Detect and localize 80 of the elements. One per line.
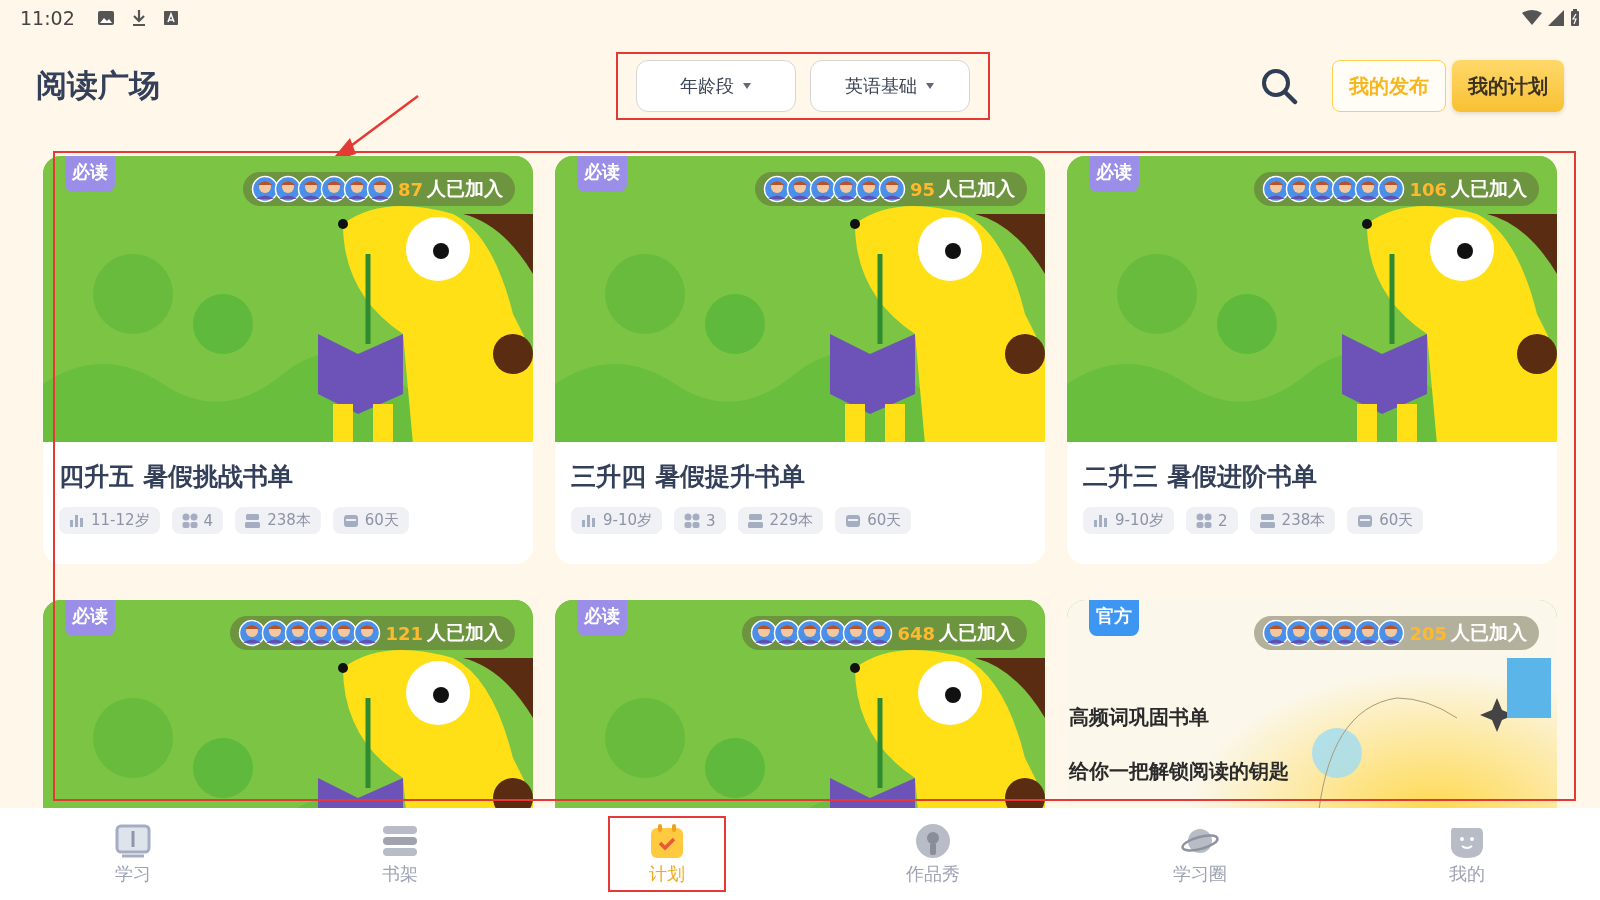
calendar-icon xyxy=(845,512,862,529)
tag-badge: 必读 xyxy=(1089,156,1139,192)
book-list-card[interactable]: 必读 106 人已加入 二升三 暑假进阶书单 9-10岁 2 238本 60天 xyxy=(1067,156,1557,564)
grid-dots-icon xyxy=(181,512,198,529)
page-title: 阅读广场 xyxy=(36,66,161,105)
book-list-card[interactable]: 必读 648 人已加入 xyxy=(555,600,1045,808)
nav-tab[interactable]: 作品秀 xyxy=(866,816,1001,892)
cover-title: 高频词巩固书单 xyxy=(1069,704,1209,731)
bar-chart-icon xyxy=(581,512,597,529)
stat-text: 60天 xyxy=(867,511,902,530)
stat-text: 238本 xyxy=(1281,511,1326,530)
nav-tab[interactable]: 学习圈 xyxy=(1133,816,1267,892)
signal-icon xyxy=(1548,10,1564,26)
grid-dots-icon xyxy=(1196,512,1213,529)
tag-badge: 必读 xyxy=(577,156,627,192)
calendar-icon xyxy=(342,512,359,529)
joined-label: 人已加入 xyxy=(427,176,503,201)
caret-icon xyxy=(742,82,752,90)
grid-dots-icon xyxy=(684,512,701,529)
book-list-card[interactable]: 必读 95 人已加入 三升四 暑假提升书单 9-10岁 3 229本 60天 xyxy=(555,156,1045,564)
battery-icon xyxy=(1570,9,1580,27)
book-list-card[interactable]: 必读 87 人已加入 四升五 暑假挑战书单 11-12岁 4 238本 60天 xyxy=(43,156,533,564)
nav-tab[interactable]: 学习 xyxy=(74,816,193,892)
avatar-group-icon xyxy=(750,619,894,647)
joined-count: 95 xyxy=(909,178,935,200)
stat-text: 3 xyxy=(706,511,716,530)
font-icon xyxy=(162,10,179,26)
joined-count: 106 xyxy=(1409,178,1447,200)
bar-chart-icon xyxy=(69,512,85,529)
stat-text: 229本 xyxy=(769,511,814,530)
calendar-icon xyxy=(1357,512,1374,529)
stat-text: 4 xyxy=(203,511,214,530)
joined-label: 人已加入 xyxy=(939,176,1015,201)
header-button[interactable]: 我的计划 xyxy=(1452,60,1564,112)
joined-label: 人已加入 xyxy=(427,620,503,645)
image-icon xyxy=(96,10,115,26)
clock-time: 11:02 xyxy=(20,7,75,29)
stat-text: 2 xyxy=(1218,511,1228,530)
stat-text: 9-10岁 xyxy=(603,511,653,530)
book-stack-icon xyxy=(1259,512,1276,529)
joined-label: 人已加入 xyxy=(939,620,1015,645)
stat-text: 11-12岁 xyxy=(91,511,150,530)
nav-tab[interactable]: 计划 xyxy=(607,816,726,892)
caret-icon xyxy=(925,82,935,90)
book-stack-icon xyxy=(245,512,262,529)
joined-count: 121 xyxy=(385,622,423,644)
avatar-group-icon xyxy=(1262,175,1406,203)
book-stack-icon xyxy=(747,512,764,529)
joined-count: 87 xyxy=(397,178,423,200)
bar-chart-icon xyxy=(1093,512,1109,529)
search-icon[interactable] xyxy=(1260,67,1298,105)
filter-dropdown[interactable]: 英语基础 xyxy=(810,60,970,112)
avatar-group-icon xyxy=(238,619,382,647)
book-list-card[interactable]: 官方 205 人已加入 高频词巩固书单 给你一把解锁阅读的钥匙 xyxy=(1067,600,1557,808)
filter-dropdown[interactable]: 年龄段 xyxy=(636,60,796,112)
nav-tab[interactable]: 书架 xyxy=(341,816,459,892)
card-title: 二升三 暑假进阶书单 xyxy=(1083,461,1318,493)
card-title: 四升五 暑假挑战书单 xyxy=(59,461,294,493)
tag-badge: 必读 xyxy=(65,600,115,636)
nav-tab[interactable]: 我的 xyxy=(1407,816,1526,892)
download-icon xyxy=(130,9,147,27)
avatar-group-icon xyxy=(1262,619,1406,647)
joined-count: 205 xyxy=(1409,622,1447,644)
tag-badge: 必读 xyxy=(577,600,627,636)
wifi-icon xyxy=(1522,10,1542,26)
cover-subtitle: 给你一把解锁阅读的钥匙 xyxy=(1069,758,1289,785)
avatar-group-icon xyxy=(250,175,394,203)
stat-text: 60天 xyxy=(364,511,399,530)
tag-badge: 官方 xyxy=(1089,600,1139,636)
stat-text: 60天 xyxy=(1379,511,1414,530)
avatar-group-icon xyxy=(762,175,906,203)
microphone-icon xyxy=(914,822,953,860)
joined-label: 人已加入 xyxy=(1451,176,1527,201)
tag-badge: 必读 xyxy=(65,156,115,192)
stat-text: 9-10岁 xyxy=(1115,511,1165,530)
joined-label: 人已加入 xyxy=(1451,620,1527,645)
card-title: 三升四 暑假提升书单 xyxy=(571,461,806,493)
stat-text: 238本 xyxy=(267,511,311,530)
joined-count: 648 xyxy=(897,622,935,644)
book-list-card[interactable]: 必读 121 人已加入 xyxy=(43,600,533,808)
